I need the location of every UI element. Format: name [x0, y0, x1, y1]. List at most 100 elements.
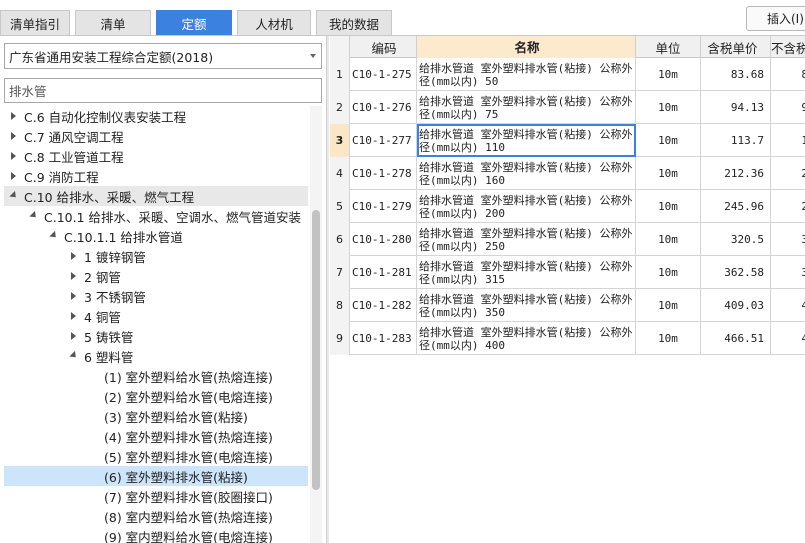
cell-price-notax[interactable]: 4 — [771, 322, 805, 355]
cell-name[interactable]: 给排水管道 室外塑料排水管(粘接) 公称外径(mm以内) 160 — [417, 157, 636, 190]
tree-scrollbar[interactable] — [310, 106, 322, 543]
table-row[interactable]: 8 C10-1-282 给排水管道 室外塑料排水管(粘接) 公称外径(mm以内) 3… — [330, 289, 805, 322]
search-input[interactable]: 排水管 — [4, 78, 322, 103]
tree-item[interactable]: C.10 给排水、采暖、燃气工程 — [4, 186, 308, 206]
cell-code[interactable]: C10-1-278 — [350, 157, 417, 190]
cell-name[interactable]: 给排水管道 室外塑料排水管(粘接) 公称外径(mm以内) 400 — [417, 322, 636, 355]
header-name[interactable]: 名称 — [417, 36, 636, 58]
tree-item[interactable]: C.7 通风空调工程 — [4, 126, 308, 146]
tree-item[interactable]: (9) 室内塑料给水管(电熔连接) — [4, 526, 308, 543]
cell-price-tax[interactable]: 245.96 — [701, 190, 771, 223]
table-row[interactable]: 3 C10-1-277 给排水管道 室外塑料排水管(粘接) 公称外径(mm以内) 1… — [330, 124, 805, 157]
tree-item[interactable]: 5 铸铁管 — [4, 326, 308, 346]
cell-code[interactable]: C10-1-281 — [350, 256, 417, 289]
header-price-notax[interactable]: 不含税 — [771, 36, 805, 58]
row-index[interactable]: 7 — [330, 256, 350, 289]
tree-item[interactable]: C.10.1 给排水、采暖、空调水、燃气管道安装 — [4, 206, 308, 226]
table-row[interactable]: 6 C10-1-280 给排水管道 室外塑料排水管(粘接) 公称外径(mm以内) 2… — [330, 223, 805, 256]
quota-library-select[interactable]: 广东省通用安装工程综合定额(2018) — [4, 43, 322, 69]
tab-bill[interactable]: 清单 — [75, 10, 151, 35]
cell-unit[interactable]: 10m — [636, 91, 701, 124]
cell-price-notax[interactable]: 1 — [771, 124, 805, 157]
expanded-arrow-icon[interactable] — [68, 350, 80, 362]
cell-code[interactable]: C10-1-283 — [350, 322, 417, 355]
tree-item[interactable]: 6 塑料管 — [4, 346, 308, 366]
tree-item[interactable]: 4 铜管 — [4, 306, 308, 326]
cell-price-tax[interactable]: 212.36 — [701, 157, 771, 190]
cell-name[interactable]: 给排水管道 室外塑料排水管(粘接) 公称外径(mm以内) 50 — [417, 58, 636, 91]
tree-item[interactable]: (2) 室外塑料给水管(电熔连接) — [4, 386, 308, 406]
collapsed-arrow-icon[interactable] — [68, 270, 80, 282]
cell-unit[interactable]: 10m — [636, 322, 701, 355]
tab-materials[interactable]: 人材机 — [237, 10, 311, 35]
tree-item[interactable]: C.10.1.1 给排水管道 — [4, 226, 308, 246]
cell-price-tax[interactable]: 409.03 — [701, 289, 771, 322]
expanded-arrow-icon[interactable] — [8, 190, 20, 202]
cell-price-notax[interactable]: 8 — [771, 58, 805, 91]
cell-code[interactable]: C10-1-280 — [350, 223, 417, 256]
cell-code[interactable]: C10-1-277 — [350, 124, 417, 157]
insert-button[interactable]: 插入(I) — [746, 6, 805, 31]
tree-item[interactable]: (4) 室外塑料排水管(热熔连接) — [4, 426, 308, 446]
collapsed-arrow-icon[interactable] — [68, 290, 80, 302]
row-index[interactable]: 8 — [330, 289, 350, 322]
row-index[interactable]: 1 — [330, 58, 350, 91]
collapsed-arrow-icon[interactable] — [8, 150, 20, 162]
tree-item[interactable]: 2 钢管 — [4, 266, 308, 286]
cell-price-tax[interactable]: 94.13 — [701, 91, 771, 124]
header-price-tax[interactable]: 含税单价 — [701, 36, 771, 58]
collapsed-arrow-icon[interactable] — [8, 110, 20, 122]
collapsed-arrow-icon[interactable] — [68, 330, 80, 342]
cell-name[interactable]: 给排水管道 室外塑料排水管(粘接) 公称外径(mm以内) 315 — [417, 256, 636, 289]
cell-price-tax[interactable]: 466.51 — [701, 322, 771, 355]
table-row[interactable]: 5 C10-1-279 给排水管道 室外塑料排水管(粘接) 公称外径(mm以内) 2… — [330, 190, 805, 223]
cell-price-notax[interactable]: 2 — [771, 157, 805, 190]
row-index[interactable]: 2 — [330, 91, 350, 124]
tree-item[interactable]: C.8 工业管道工程 — [4, 146, 308, 166]
row-index[interactable]: 6 — [330, 223, 350, 256]
collapsed-arrow-icon[interactable] — [8, 170, 20, 182]
cell-name[interactable]: 给排水管道 室外塑料排水管(粘接) 公称外径(mm以内) 350 — [417, 289, 636, 322]
tree-item[interactable]: C.9 消防工程 — [4, 166, 308, 186]
tab-list-guide[interactable]: 清单指引 — [0, 10, 70, 35]
cell-unit[interactable]: 10m — [636, 190, 701, 223]
cell-unit[interactable]: 10m — [636, 58, 701, 91]
table-row[interactable]: 4 C10-1-278 给排水管道 室外塑料排水管(粘接) 公称外径(mm以内) 1… — [330, 157, 805, 190]
tree-item[interactable]: (5) 室外塑料排水管(电熔连接) — [4, 446, 308, 466]
cell-code[interactable]: C10-1-279 — [350, 190, 417, 223]
tree-scrollbar-thumb[interactable] — [312, 210, 320, 490]
collapsed-arrow-icon[interactable] — [68, 250, 80, 262]
tree-item[interactable]: (8) 室内塑料给水管(热熔连接) — [4, 506, 308, 526]
tree-item[interactable]: (7) 室外塑料排水管(胶圈接口) — [4, 486, 308, 506]
cell-unit[interactable]: 10m — [636, 256, 701, 289]
cell-code[interactable]: C10-1-276 — [350, 91, 417, 124]
cell-name[interactable]: 给排水管道 室外塑料排水管(粘接) 公称外径(mm以内) 75 — [417, 91, 636, 124]
tree-item[interactable]: 3 不锈钢管 — [4, 286, 308, 306]
expanded-arrow-icon[interactable] — [48, 230, 60, 242]
header-code[interactable]: 编码 — [350, 36, 417, 58]
cell-unit[interactable]: 10m — [636, 157, 701, 190]
collapsed-arrow-icon[interactable] — [8, 130, 20, 142]
table-row[interactable]: 2 C10-1-276 给排水管道 室外塑料排水管(粘接) 公称外径(mm以内) 7… — [330, 91, 805, 124]
row-index[interactable]: 3 — [330, 124, 350, 157]
tree-item[interactable]: (3) 室外塑料给水管(粘接) — [4, 406, 308, 426]
cell-price-notax[interactable]: 4 — [771, 289, 805, 322]
collapsed-arrow-icon[interactable] — [68, 310, 80, 322]
cell-unit[interactable]: 10m — [636, 124, 701, 157]
cell-code[interactable]: C10-1-282 — [350, 289, 417, 322]
cell-code[interactable]: C10-1-275 — [350, 58, 417, 91]
tree-item[interactable]: 1 镀锌钢管 — [4, 246, 308, 266]
cell-name[interactable]: 给排水管道 室外塑料排水管(粘接) 公称外径(mm以内) 110 — [417, 124, 636, 157]
cell-price-notax[interactable]: 3 — [771, 256, 805, 289]
cell-unit[interactable]: 10m — [636, 223, 701, 256]
cell-price-notax[interactable]: 2 — [771, 190, 805, 223]
tree-item[interactable]: (6) 室外塑料排水管(粘接) — [4, 466, 308, 486]
tree-item[interactable]: C.6 自动化控制仪表安装工程 — [4, 106, 308, 126]
header-unit[interactable]: 单位 — [636, 36, 701, 58]
row-index[interactable]: 9 — [330, 322, 350, 355]
expanded-arrow-icon[interactable] — [28, 210, 40, 222]
cell-price-notax[interactable]: 9 — [771, 91, 805, 124]
cell-price-tax[interactable]: 320.5 — [701, 223, 771, 256]
table-row[interactable]: 7 C10-1-281 给排水管道 室外塑料排水管(粘接) 公称外径(mm以内) 3… — [330, 256, 805, 289]
cell-unit[interactable]: 10m — [636, 289, 701, 322]
